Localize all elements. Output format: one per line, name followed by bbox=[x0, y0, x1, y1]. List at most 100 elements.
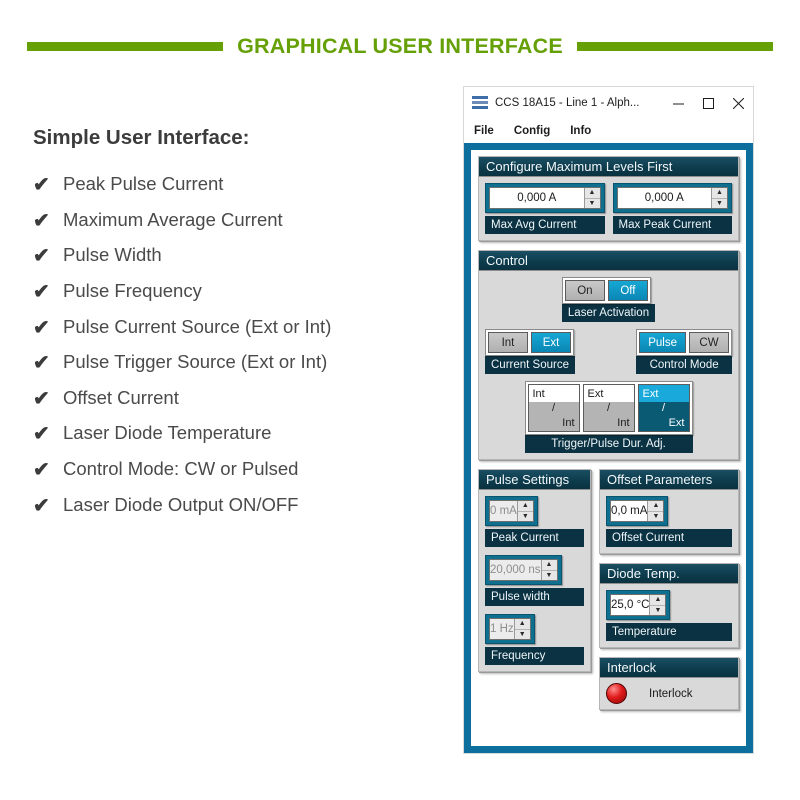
check-icon: ✔ bbox=[33, 245, 50, 268]
panel-pulse-settings-body: 0 mA ▲ ▼ Peak Current 20,000 ns ▲ ▼ Pulse width… bbox=[479, 490, 590, 671]
pulse-width-increment-icon[interactable]: ▲ bbox=[541, 560, 557, 571]
panel-max-levels-body: 0,000 A ▲ ▼ Max Avg Current 0,000 A ▲ ▼ Max Pea… bbox=[479, 177, 738, 240]
offset-current-increment-icon[interactable]: ▲ bbox=[648, 501, 664, 512]
panel-offset-parameters-body: 0,0 mA ▲ ▼ Offset Current bbox=[600, 490, 738, 553]
feature-item-label: Pulse Current Source (Ext or Int) bbox=[63, 315, 332, 337]
interlock-label: Interlock bbox=[649, 687, 693, 700]
menu-item-info[interactable]: Info bbox=[570, 125, 591, 137]
control-mode-option-cw[interactable]: CW bbox=[689, 332, 729, 353]
frequency-spinner[interactable]: 1 Hz ▲ ▼ bbox=[485, 614, 535, 644]
interlock-row: Interlock bbox=[600, 678, 738, 709]
current-source-buttons[interactable]: Int Ext bbox=[485, 329, 574, 356]
laser-activation-option-off[interactable]: Off bbox=[607, 280, 648, 301]
panel-pulse-settings-header: Pulse Settings bbox=[479, 470, 590, 490]
trigger-buttons[interactable]: Int / Int Ext / Int Ext / Ext bbox=[524, 381, 693, 435]
max-avg-current-spinner[interactable]: 0,000 A ▲ ▼ bbox=[485, 183, 605, 213]
pulse-width-field: 20,000 ns ▲ ▼ Pulse width bbox=[485, 555, 584, 606]
peak-current-field: 0 mA ▲ ▼ Peak Current bbox=[485, 496, 584, 547]
max-avg-current-input[interactable]: 0,000 A ▲ ▼ bbox=[489, 187, 601, 209]
maximize-button[interactable] bbox=[693, 87, 723, 119]
max-peak-current-input[interactable]: 0,000 A ▲ ▼ bbox=[616, 187, 728, 209]
feature-item: ✔ Peak Pulse Current bbox=[33, 172, 453, 195]
frequency-decrement-icon[interactable]: ▼ bbox=[515, 630, 530, 640]
laser-activation-label: Laser Activation bbox=[561, 304, 656, 322]
trigger-option-separator: / bbox=[638, 402, 689, 414]
feature-item-label: Maximum Average Current bbox=[63, 208, 283, 230]
control-mode-buttons[interactable]: Pulse CW bbox=[636, 329, 732, 356]
pulse-width-decrement-icon[interactable]: ▼ bbox=[542, 571, 557, 581]
bottom-left-column: Pulse Settings 0 mA ▲ ▼ Peak Current 20,000 … bbox=[478, 469, 591, 672]
page-header: GRAPHICAL USER INTERFACE bbox=[0, 30, 800, 62]
pulse-width-input[interactable]: 20,000 ns ▲ ▼ bbox=[489, 559, 558, 581]
check-icon: ✔ bbox=[33, 280, 50, 303]
feature-item-label: Pulse Width bbox=[63, 244, 162, 266]
offset-current-spinner[interactable]: 0,0 mA ▲ ▼ bbox=[606, 496, 669, 526]
peak-current-input[interactable]: 0 mA ▲ ▼ bbox=[489, 500, 534, 522]
temperature-field: 25,0 °C ▲ ▼ Temperature bbox=[606, 590, 732, 641]
max-avg-current-decrement-icon[interactable]: ▼ bbox=[585, 199, 600, 209]
current-source-group: Int Ext Current Source bbox=[485, 329, 575, 374]
laser-activation-group: On Off Laser Activation bbox=[561, 277, 656, 322]
temperature-spinner[interactable]: 25,0 °C ▲ ▼ bbox=[606, 590, 671, 620]
max-peak-current-spinner[interactable]: 0,000 A ▲ ▼ bbox=[612, 183, 732, 213]
trigger-option-ext-int[interactable]: Ext / Int bbox=[582, 384, 635, 432]
max-avg-current-increment-icon[interactable]: ▲ bbox=[584, 188, 600, 199]
check-icon: ✔ bbox=[33, 174, 50, 196]
close-button[interactable] bbox=[723, 87, 753, 119]
trigger-option-top: Ext bbox=[583, 385, 634, 402]
window-frame: Configure Maximum Levels First 0,000 A ▲ ▼… bbox=[464, 143, 753, 753]
frequency-increment-icon[interactable]: ▲ bbox=[514, 619, 530, 630]
feature-item: ✔ Laser Diode Temperature bbox=[33, 421, 453, 444]
control-mode-label: Control Mode bbox=[636, 356, 732, 374]
peak-current-increment-icon[interactable]: ▲ bbox=[517, 501, 533, 512]
menu-item-config[interactable]: Config bbox=[514, 125, 550, 137]
max-peak-current-increment-icon[interactable]: ▲ bbox=[712, 188, 727, 199]
laser-activation-row: On Off Laser Activation bbox=[485, 277, 732, 322]
check-icon: ✔ bbox=[33, 387, 50, 410]
feature-item-label: Laser Diode Output ON/OFF bbox=[63, 493, 299, 515]
source-mode-row: Int Ext Current Source Pulse CW Control Mo… bbox=[485, 329, 732, 374]
peak-current-decrement-icon[interactable]: ▼ bbox=[518, 512, 533, 522]
feature-item: ✔ Control Mode: CW or Pulsed bbox=[33, 457, 453, 480]
control-mode-group: Pulse CW Control Mode bbox=[636, 329, 732, 374]
temperature-increment-icon[interactable]: ▲ bbox=[650, 595, 666, 606]
max-peak-current-field: 0,000 A ▲ ▼ Max Peak Current bbox=[612, 183, 732, 234]
menu-item-file[interactable]: File bbox=[474, 125, 494, 137]
temperature-decrement-icon[interactable]: ▼ bbox=[650, 606, 665, 616]
trigger-option-separator: / bbox=[583, 402, 634, 414]
window-content: Configure Maximum Levels First 0,000 A ▲ ▼… bbox=[471, 150, 746, 746]
max-avg-current-field: 0,000 A ▲ ▼ Max Avg Current bbox=[485, 183, 605, 234]
trigger-option-int-int[interactable]: Int / Int bbox=[527, 384, 580, 432]
temperature-input[interactable]: 25,0 °C ▲ ▼ bbox=[610, 594, 667, 616]
bottom-right-column: Offset Parameters 0,0 mA ▲ ▼ Offset Current… bbox=[599, 469, 739, 710]
check-icon: ✔ bbox=[33, 352, 50, 375]
frequency-label: Frequency bbox=[485, 647, 584, 665]
offset-current-decrement-icon[interactable]: ▼ bbox=[648, 512, 663, 522]
trigger-group: Int / Int Ext / Int Ext / Ext Trigger/Pulse Dur.… bbox=[524, 381, 693, 453]
current-source-option-ext[interactable]: Ext bbox=[531, 332, 571, 353]
trigger-option-bottom: Int bbox=[583, 414, 634, 431]
panel-control-body: On Off Laser Activation Int Ext Current So… bbox=[479, 271, 738, 459]
max-peak-current-decrement-icon[interactable]: ▼ bbox=[712, 199, 727, 209]
feature-item-label: Pulse Frequency bbox=[63, 279, 202, 301]
current-source-option-int[interactable]: Int bbox=[488, 332, 528, 353]
header-rule-right bbox=[576, 41, 773, 51]
panel-max-levels: Configure Maximum Levels First 0,000 A ▲ ▼… bbox=[478, 156, 739, 241]
minimize-button[interactable] bbox=[663, 87, 693, 119]
trigger-option-top: Int bbox=[528, 385, 579, 402]
control-mode-option-pulse[interactable]: Pulse bbox=[639, 332, 686, 353]
app-logo-icon bbox=[472, 96, 488, 110]
laser-activation-option-on[interactable]: On bbox=[564, 280, 605, 301]
offset-current-input[interactable]: 0,0 mA ▲ ▼ bbox=[610, 500, 665, 522]
feature-item-label: Offset Current bbox=[63, 386, 179, 408]
frequency-value: 1 Hz bbox=[490, 623, 514, 635]
pulse-width-spinner[interactable]: 20,000 ns ▲ ▼ bbox=[485, 555, 562, 585]
frequency-input[interactable]: 1 Hz ▲ ▼ bbox=[489, 618, 531, 640]
feature-list-title: Simple User Interface: bbox=[33, 126, 250, 149]
trigger-option-ext-ext[interactable]: Ext / Ext bbox=[637, 384, 690, 432]
panel-diode-temp-body: 25,0 °C ▲ ▼ Temperature bbox=[600, 584, 738, 647]
peak-current-spinner[interactable]: 0 mA ▲ ▼ bbox=[485, 496, 538, 526]
feature-item: ✔ Laser Diode Output ON/OFF bbox=[33, 493, 453, 516]
laser-activation-buttons[interactable]: On Off bbox=[561, 277, 651, 304]
panel-max-levels-header: Configure Maximum Levels First bbox=[479, 157, 738, 177]
